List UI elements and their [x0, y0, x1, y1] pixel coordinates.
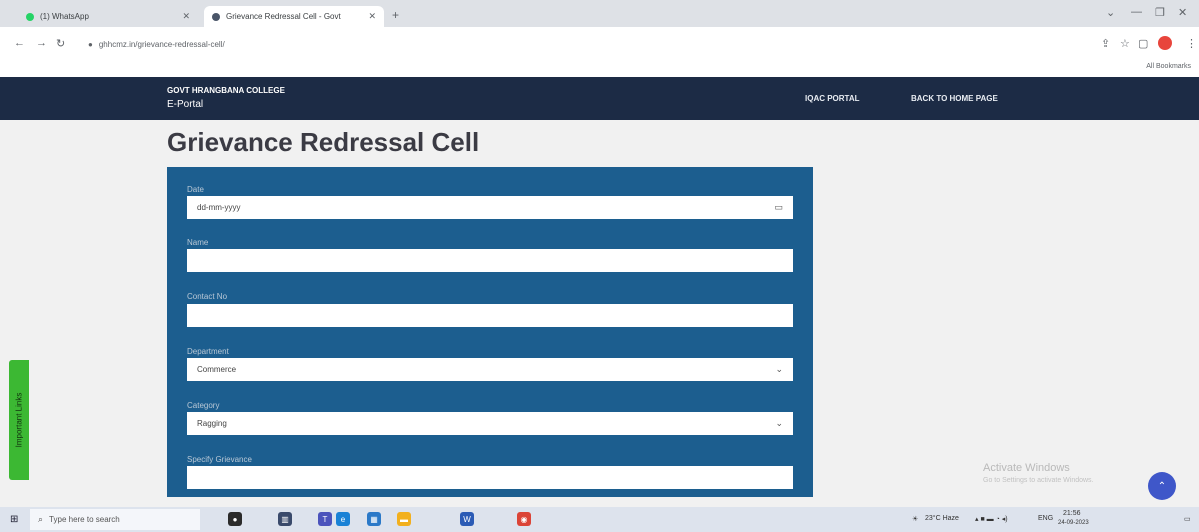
- category-select[interactable]: Ragging ⌄: [187, 412, 793, 435]
- chevron-up-icon: ⌃: [1157, 480, 1167, 492]
- back-icon[interactable]: ←: [14, 37, 25, 49]
- tab-label: Grievance Redressal Cell - Govt: [226, 12, 341, 21]
- taskbar-search-placeholder: Type here to search: [49, 515, 120, 524]
- bookmarks-bar: All Bookmarks: [0, 61, 1199, 77]
- site-favicon-icon: [212, 12, 220, 21]
- task-view-icon[interactable]: ▥: [278, 512, 292, 526]
- scroll-top-button[interactable]: ⌃: [1148, 472, 1176, 500]
- specify-input[interactable]: [187, 466, 793, 489]
- star-icon[interactable]: ☆: [1120, 37, 1130, 50]
- college-name[interactable]: GOVT HRANGBANA COLLEGE: [167, 86, 285, 95]
- site-header: GOVT HRANGBANA COLLEGE E-Portal IQAC POR…: [0, 77, 1199, 120]
- file-explorer-icon[interactable]: ▬: [397, 512, 411, 526]
- important-links-label: Important Links: [14, 392, 24, 448]
- url-text: ghhcmz.in/grievance-redressal-cell/: [98, 39, 225, 49]
- nav-iqac-portal[interactable]: IQAC PORTAL: [805, 94, 860, 103]
- grievance-form: Date dd-mm-yyyy ▭ Name Contact No Depart…: [167, 167, 813, 497]
- name-label: Name: [187, 238, 209, 247]
- date-input[interactable]: dd-mm-yyyy ▭: [187, 196, 793, 219]
- category-label: Category: [187, 401, 220, 410]
- language-indicator[interactable]: ENG: [1038, 515, 1053, 522]
- clock-time[interactable]: 21:56: [1063, 510, 1081, 517]
- notification-icon[interactable]: ▭: [1184, 515, 1191, 523]
- forward-icon[interactable]: →: [36, 37, 47, 49]
- activate-windows-title: Activate Windows: [983, 462, 1070, 474]
- chevron-down-icon: ⌄: [775, 418, 783, 428]
- date-placeholder: dd-mm-yyyy: [197, 203, 241, 212]
- chevron-down-icon[interactable]: ⌄: [1106, 6, 1115, 19]
- chrome-icon[interactable]: ◉: [517, 512, 531, 526]
- specify-label: Specify Grievance: [187, 455, 252, 464]
- windows-start-icon[interactable]: ⊞: [10, 514, 21, 525]
- store-icon[interactable]: ▦: [367, 512, 381, 526]
- weather-icon: ☀: [912, 516, 919, 523]
- nav-back-to-home[interactable]: BACK TO HOME PAGE: [911, 94, 998, 103]
- name-input[interactable]: [187, 249, 793, 272]
- calendar-icon[interactable]: ▭: [774, 202, 783, 213]
- close-icon[interactable]: ✕: [182, 11, 190, 22]
- department-label: Department: [187, 347, 229, 356]
- tab-label: (1) WhatsApp: [40, 12, 89, 21]
- windows-taskbar: ⊞ ⌕ Type here to search ● ▥ T e ▦ ▬ W ◉ …: [0, 507, 1199, 532]
- contact-input[interactable]: [187, 304, 793, 327]
- category-value: Ragging: [197, 419, 227, 428]
- clock-date[interactable]: 24-09-2023: [1058, 520, 1089, 526]
- department-value: Commerce: [197, 365, 237, 374]
- minimize-icon[interactable]: —: [1131, 6, 1142, 18]
- browser-tab-strip: (1) WhatsApp ✕ Grievance Redressal Cell …: [0, 0, 1199, 27]
- all-bookmarks[interactable]: All Bookmarks: [1146, 63, 1191, 70]
- contact-label: Contact No: [187, 292, 228, 301]
- url-bar[interactable]: ● ghhcmz.in/grievance-redressal-cell/: [88, 34, 1088, 54]
- extensions-icon[interactable]: ▢: [1138, 37, 1148, 50]
- tray-icons[interactable]: ▴ ■ ▬ ◔ ◂): [975, 515, 1008, 523]
- close-icon[interactable]: ✕: [368, 11, 376, 22]
- date-label: Date: [187, 185, 204, 194]
- portal-name: E-Portal: [167, 99, 204, 110]
- teams-icon[interactable]: T: [318, 512, 332, 526]
- word-icon[interactable]: W: [460, 512, 474, 526]
- important-links-tab[interactable]: Important Links: [9, 360, 29, 480]
- lock-icon: ●: [88, 39, 93, 49]
- close-window-icon[interactable]: ✕: [1178, 6, 1187, 19]
- weather-text[interactable]: 23°C Haze: [925, 515, 959, 522]
- new-tab-icon[interactable]: +: [392, 8, 399, 22]
- address-bar-row: ← → ↻ ● ghhcmz.in/grievance-redressal-ce…: [0, 27, 1199, 61]
- profile-avatar[interactable]: [1158, 36, 1172, 50]
- taskbar-search[interactable]: ⌕ Type here to search: [30, 509, 200, 530]
- tab-grievance[interactable]: Grievance Redressal Cell - Govt ✕: [204, 6, 384, 27]
- app-icon[interactable]: ●: [228, 512, 242, 526]
- chevron-down-icon: ⌄: [775, 364, 783, 374]
- reload-icon[interactable]: ↻: [56, 37, 65, 50]
- share-icon[interactable]: ⇪: [1101, 37, 1110, 50]
- search-icon: ⌕: [38, 514, 44, 524]
- edge-icon[interactable]: e: [336, 512, 350, 526]
- maximize-icon[interactable]: ❐: [1155, 6, 1165, 19]
- department-select[interactable]: Commerce ⌄: [187, 358, 793, 381]
- page-title: Grievance Redressal Cell: [167, 127, 480, 157]
- activate-windows-hint: Go to Settings to activate Windows.: [983, 477, 1094, 484]
- menu-icon[interactable]: ⋮: [1186, 37, 1197, 50]
- tab-whatsapp[interactable]: (1) WhatsApp ✕: [18, 6, 198, 27]
- whatsapp-icon: [26, 12, 34, 21]
